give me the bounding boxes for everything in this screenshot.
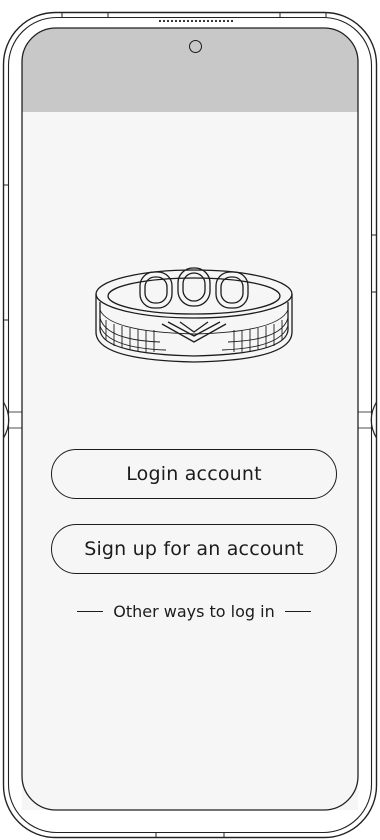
divider-right — [284, 610, 311, 612]
signup-account-button[interactable]: Sign up for an account — [51, 524, 337, 574]
login-account-label: Login account — [126, 463, 262, 485]
smart-ring-illustration — [95, 267, 293, 363]
speaker-grille — [158, 19, 234, 23]
phone-frame — [2, 11, 378, 839]
login-account-button[interactable]: Login account — [51, 449, 337, 499]
other-login-label[interactable]: Other ways to log in — [113, 602, 275, 621]
signup-account-label: Sign up for an account — [84, 538, 304, 560]
phone-mockup: Login account Sign up for an account Oth… — [0, 0, 380, 840]
divider-left — [77, 610, 104, 612]
other-login-methods[interactable]: Other ways to log in — [51, 598, 337, 624]
